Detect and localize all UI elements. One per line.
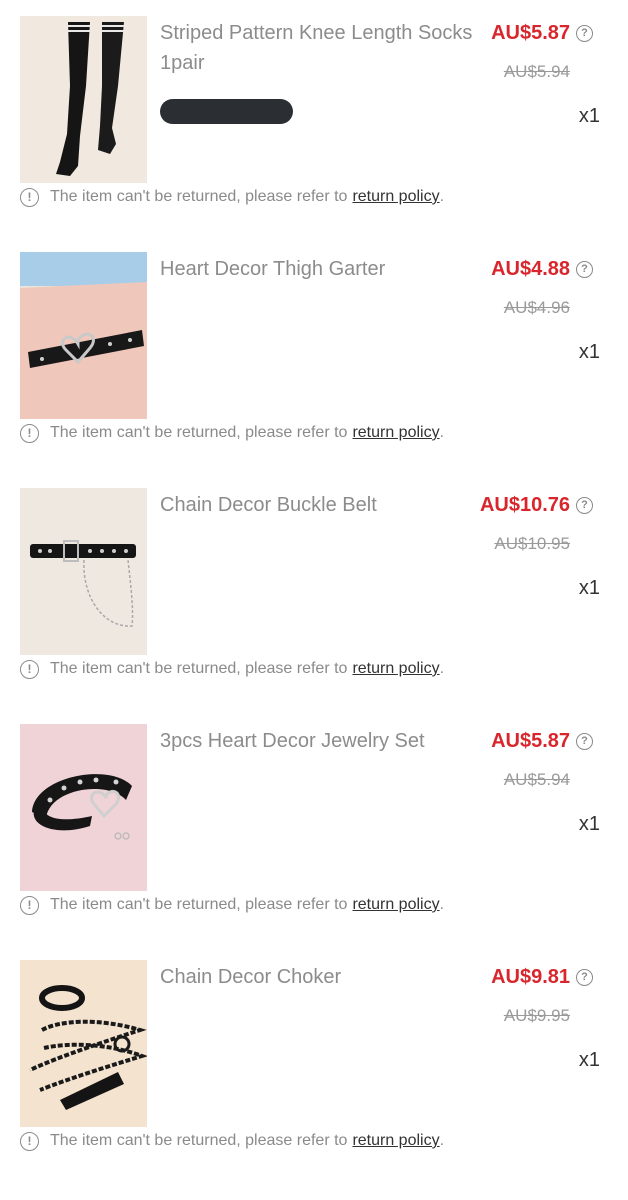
- cart-item: Striped Pattern Knee Length Socks 1pair …: [0, 0, 628, 236]
- price-help-icon[interactable]: ?: [576, 497, 593, 514]
- original-price: AU$5.94: [503, 62, 570, 81]
- return-notice: ! The item can't be returned, please ref…: [20, 186, 444, 208]
- product-image-jewelry-set[interactable]: [20, 724, 147, 891]
- product-image-socks[interactable]: [20, 16, 147, 183]
- return-policy-link[interactable]: return policy: [352, 896, 439, 914]
- quantity-label: x1: [578, 577, 600, 599]
- notice-period: .: [439, 1132, 445, 1149]
- info-icon: !: [20, 187, 39, 207]
- product-image-choker[interactable]: [20, 960, 147, 1127]
- original-price: AU$5.94: [503, 770, 570, 789]
- product-price: AU$10.76: [479, 494, 570, 516]
- product-title[interactable]: Chain Decor Buckle Belt: [160, 490, 480, 520]
- info-icon: !: [20, 1131, 39, 1151]
- product-title[interactable]: 3pcs Heart Decor Jewelry Set: [160, 726, 480, 756]
- quantity-label: x1: [578, 1049, 600, 1071]
- return-notice: ! The item can't be returned, please ref…: [20, 658, 444, 680]
- return-notice: ! The item can't be returned, please ref…: [20, 894, 444, 916]
- quantity-label: x1: [578, 105, 600, 127]
- notice-period: .: [439, 896, 445, 913]
- product-title[interactable]: Chain Decor Choker: [160, 962, 480, 992]
- variant-redacted-bar: [160, 99, 293, 124]
- product-price: AU$9.81: [491, 966, 570, 988]
- notice-period: .: [439, 424, 445, 441]
- price-help-icon[interactable]: ?: [576, 25, 593, 42]
- return-policy-link[interactable]: return policy: [352, 424, 439, 442]
- product-price: AU$4.88: [491, 258, 570, 280]
- quantity-label: x1: [578, 341, 600, 363]
- product-image-garter[interactable]: [20, 252, 147, 419]
- info-icon: !: [20, 423, 39, 443]
- cart-item: Heart Decor Thigh Garter AU$4.88 ? AU$4.…: [0, 236, 628, 472]
- return-notice-text: The item can't be returned, please refer…: [50, 424, 348, 441]
- product-image-belt[interactable]: [20, 488, 147, 655]
- original-price: AU$4.96: [503, 298, 570, 317]
- original-price: AU$9.95: [503, 1006, 570, 1025]
- product-price: AU$5.87: [491, 22, 570, 44]
- return-notice-text: The item can't be returned, please refer…: [50, 1132, 348, 1149]
- quantity-label: x1: [578, 813, 600, 835]
- product-title[interactable]: Heart Decor Thigh Garter: [160, 254, 480, 284]
- return-notice-text: The item can't be returned, please refer…: [50, 660, 348, 677]
- return-notice: ! The item can't be returned, please ref…: [20, 1130, 444, 1152]
- price-help-icon[interactable]: ?: [576, 261, 593, 278]
- return-notice-text: The item can't be returned, please refer…: [50, 188, 348, 205]
- return-policy-link[interactable]: return policy: [352, 188, 439, 206]
- price-help-icon[interactable]: ?: [576, 733, 593, 750]
- cart-item: Chain Decor Choker AU$9.81 ? AU$9.95 x1 …: [0, 944, 628, 1180]
- product-title[interactable]: Striped Pattern Knee Length Socks 1pair: [160, 18, 480, 78]
- info-icon: !: [20, 895, 39, 915]
- return-notice-text: The item can't be returned, please refer…: [50, 896, 348, 913]
- notice-period: .: [439, 660, 445, 677]
- price-help-icon[interactable]: ?: [576, 969, 593, 986]
- product-price: AU$5.87: [491, 730, 570, 752]
- cart-item: Chain Decor Buckle Belt AU$10.76 ? AU$10…: [0, 472, 628, 708]
- return-notice: ! The item can't be returned, please ref…: [20, 422, 444, 444]
- info-icon: !: [20, 659, 39, 679]
- cart-item-list: Striped Pattern Knee Length Socks 1pair …: [0, 0, 628, 1200]
- notice-period: .: [439, 188, 445, 205]
- original-price: AU$10.95: [494, 534, 570, 553]
- cart-item: 3pcs Heart Decor Jewelry Set AU$5.87 ? A…: [0, 708, 628, 944]
- return-policy-link[interactable]: return policy: [352, 1132, 439, 1150]
- return-policy-link[interactable]: return policy: [352, 660, 439, 678]
